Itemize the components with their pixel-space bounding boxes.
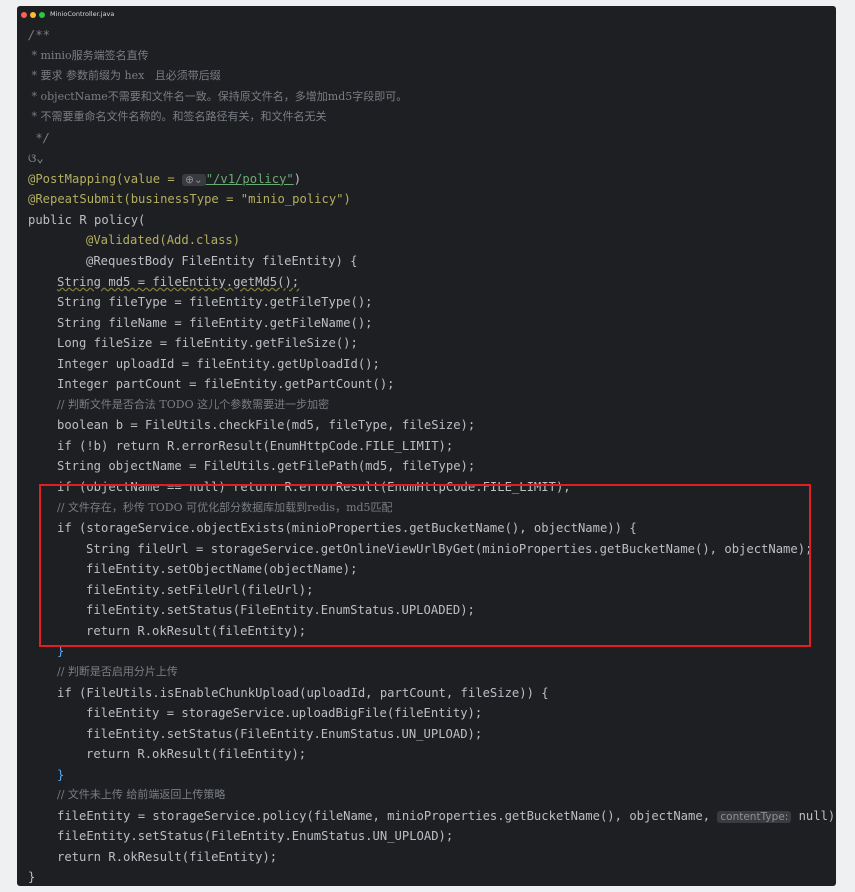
code-editor-window: MinioController.java /** * minio服务端签名直传 … [17, 6, 836, 886]
code-line: fileEntity = storageService.policy(fileN… [57, 808, 836, 823]
code-comment: // 判断是否启用分片上传 [57, 664, 178, 678]
code-line: * 不需要重命名文件名称的。和签名路径有关，和文件名无关 [28, 110, 327, 124]
code-line: /** [28, 28, 51, 42]
minimize-window-button[interactable] [30, 12, 36, 18]
code-line: } [57, 767, 65, 782]
code-line: fileEntity.setStatus(FileEntity.EnumStat… [57, 829, 454, 844]
parameter-hint: contentType: [717, 810, 792, 823]
code-line: if (FileUtils.isEnableChunkUpload(upload… [57, 685, 549, 700]
code-line: if (!b) return R.errorResult(EnumHttpCod… [57, 438, 454, 453]
code-line: String fileType = fileEntity.getFileType… [57, 295, 373, 310]
code-line: fileEntity.setStatus(FileEntity.EnumStat… [86, 726, 483, 741]
globe-icon[interactable]: ⊕⌄ [182, 173, 206, 186]
code-line: boolean b = FileUtils.checkFile(md5, fil… [57, 418, 476, 433]
code-line: fileEntity = storageService.uploadBigFil… [86, 706, 483, 721]
code-line: * 要求 参数前缀为 hex 且必须带后缀 [28, 69, 221, 83]
highlight-box [39, 484, 811, 647]
code-line: @PostMapping(value = ⊕⌄ "/v1/policy") [28, 171, 302, 186]
maximize-window-button[interactable] [39, 12, 45, 18]
code-comment-todo: // 判断文件是否合法 TODO 这儿个参数需要进一步加密 [57, 397, 330, 411]
code-line: */ [28, 130, 51, 145]
code-line: * minio服务端签名直传 [28, 48, 149, 62]
code-line: Integer uploadId = fileEntity.getUploadI… [57, 356, 380, 371]
code-line: @RequestBody FileEntity fileEntity) { [86, 254, 358, 269]
code-line: String objectName = FileUtils.getFilePat… [57, 459, 476, 474]
code-comment: // 文件未上传 给前端返回上传策略 [57, 788, 226, 802]
code-line: String md5 = fileEntity.getMd5(); [57, 274, 300, 289]
title-bar: MinioController.java [17, 6, 836, 24]
code-line: } [28, 870, 36, 885]
code-line: return R.okResult(fileEntity); [57, 849, 278, 864]
code-line: * objectName不需要和文件名一致。保持原文件名，多增加md5字段即可。 [28, 89, 408, 103]
code-line: public R policy( [28, 212, 146, 227]
code-line: String fileName = fileEntity.getFileName… [57, 315, 373, 330]
close-window-button[interactable] [21, 12, 27, 18]
code-line: return R.okResult(fileEntity); [86, 747, 307, 762]
code-line: Integer partCount = fileEntity.getPartCo… [57, 377, 395, 392]
code-line: @Validated(Add.class) [86, 233, 241, 248]
gutter-inlay-icon[interactable]: ଓ⌄ [28, 148, 836, 169]
code-line: Long fileSize = fileEntity.getFileSize()… [57, 336, 358, 351]
code-area[interactable]: /** * minio服务端签名直传 * 要求 参数前缀为 hex 且必须带后缀… [28, 25, 836, 886]
code-line: @RepeatSubmit(businessType = "minio_poli… [28, 192, 351, 207]
window-title: MinioController.java [50, 10, 115, 18]
